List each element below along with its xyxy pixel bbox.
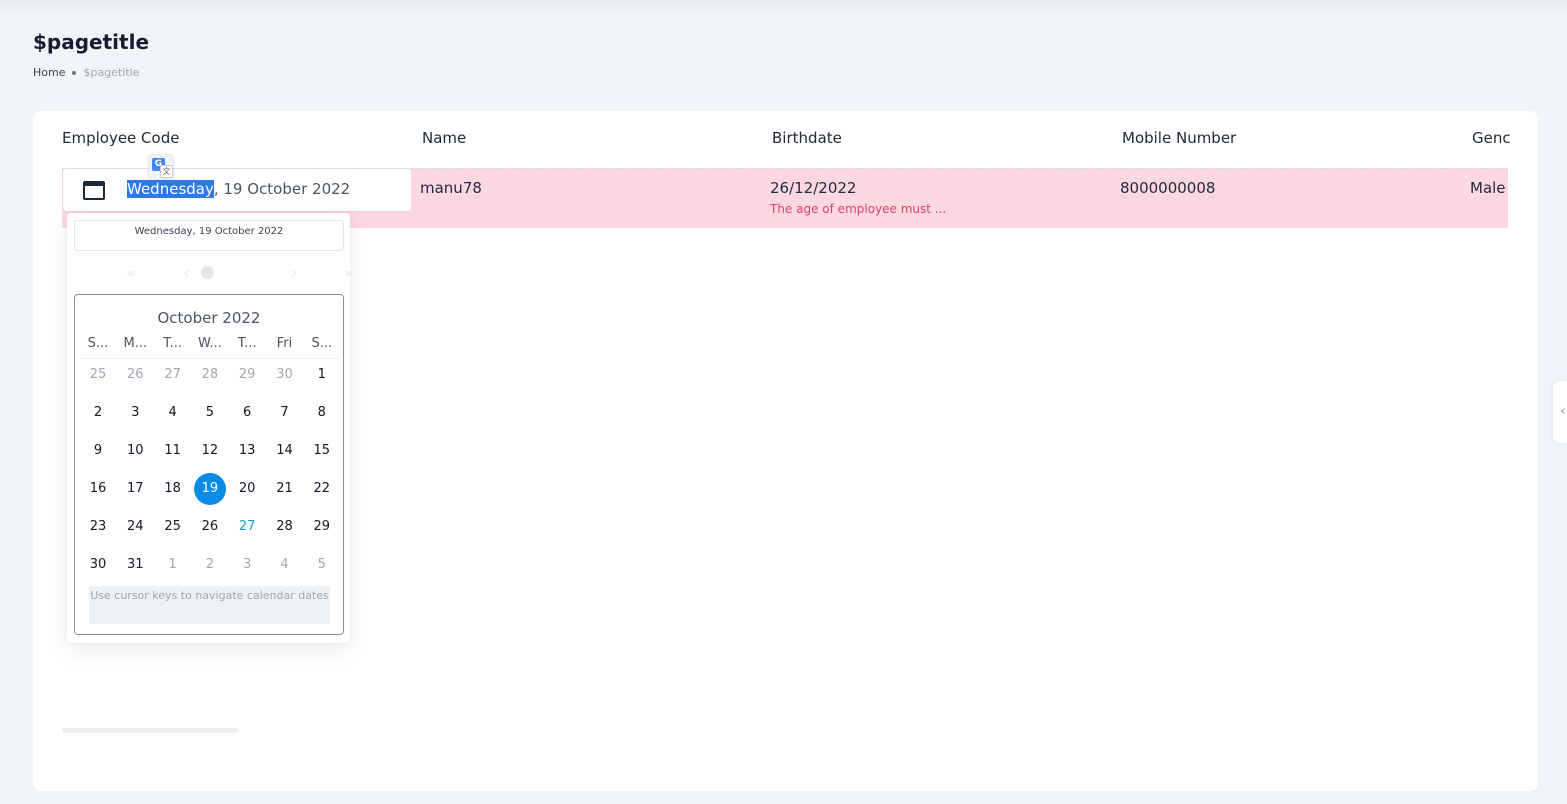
column-header-gender[interactable]: Genc [1472, 129, 1511, 147]
calendar-day[interactable]: 15 [306, 435, 338, 467]
calendar-day[interactable]: 26 [194, 511, 226, 543]
table-header: Employee Code Name Birthdate Mobile Numb… [62, 111, 1511, 167]
weekday-label: Fri [276, 336, 293, 351]
translate-language-glyph: 文 [160, 165, 173, 178]
calendar-day[interactable]: 30 [82, 549, 114, 581]
calendar-day[interactable]: 5 [194, 397, 226, 429]
calendar-day[interactable]: 19 [193, 473, 226, 505]
calendar-day[interactable]: 11 [157, 435, 189, 467]
weekday-header-row: S... M... T... W... T... Fri S... [80, 336, 339, 359]
column-header-employee-code[interactable]: Employee Code [62, 129, 179, 147]
weekday-label: S... [87, 336, 109, 351]
calendar-month-grid: October 2022 S... M... T... W... T... Fri S...… [74, 294, 344, 635]
calendar-day[interactable]: 8 [306, 397, 338, 429]
google-translate-icon[interactable]: G 文 [149, 155, 173, 179]
chevron-left-icon [1561, 408, 1567, 414]
cell-name: manu78 [420, 179, 482, 197]
calendar-day[interactable]: 16 [82, 473, 114, 505]
calendar-icon[interactable] [83, 180, 105, 200]
breadcrumb: Home $pagetitle [33, 66, 139, 79]
calendar-day[interactable]: 20 [231, 473, 263, 505]
calendar-day[interactable]: 29 [231, 359, 263, 391]
employee-code-date-input[interactable]: Wednesday, 19 October 2022 [63, 169, 411, 211]
birthdate-error-message: The age of employee must ... [770, 202, 947, 216]
calendar-day[interactable]: 12 [194, 435, 226, 467]
column-header-name[interactable]: Name [422, 129, 466, 147]
date-picker-popup: Wednesday, 19 October 2022 « ‹ › » Octob… [67, 213, 354, 643]
calendar-day[interactable]: 27 [157, 359, 189, 391]
weekday-label: M... [123, 336, 148, 351]
calendar-day[interactable]: 10 [119, 435, 151, 467]
calendar-day[interactable]: 4 [157, 397, 189, 429]
calendar-day[interactable]: 1 [306, 359, 338, 391]
calendar-day[interactable]: 4 [269, 549, 301, 581]
horizontal-scrollbar[interactable] [62, 728, 238, 733]
calendar-day[interactable]: 13 [231, 435, 263, 467]
calendar-day[interactable]: 18 [157, 473, 189, 505]
prev-year-icon[interactable]: « [126, 263, 136, 282]
calendar-day[interactable]: 25 [157, 511, 189, 543]
calendar-day[interactable]: 24 [119, 511, 151, 543]
side-panel-toggle[interactable] [1553, 381, 1567, 443]
calendar-day[interactable]: 1 [157, 549, 189, 581]
calendar-day[interactable]: 23 [82, 511, 114, 543]
calendar-day[interactable]: 21 [269, 473, 301, 505]
page-title: $pagetitle [33, 30, 150, 54]
column-header-birthdate[interactable]: Birthdate [772, 129, 842, 147]
cell-birthdate: 26/12/2022 [770, 179, 857, 197]
prev-month-icon[interactable]: ‹ [183, 263, 189, 282]
calendar-day[interactable]: 29 [306, 511, 338, 543]
cell-gender: Male [1470, 179, 1506, 197]
calendar-day[interactable]: 30 [269, 359, 301, 391]
calendar-day[interactable]: 3 [231, 549, 263, 581]
calendar-day[interactable]: 9 [82, 435, 114, 467]
calendar-day[interactable]: 26 [119, 359, 151, 391]
calendar-day[interactable]: 2 [82, 397, 114, 429]
column-header-mobile-number[interactable]: Mobile Number [1122, 129, 1236, 147]
breadcrumb-current: $pagetitle [83, 66, 140, 79]
weekday-label: T... [237, 336, 257, 351]
weekday-label: T... [163, 336, 182, 351]
calendar-day[interactable]: 25 [82, 359, 114, 391]
next-year-icon[interactable]: » [344, 263, 354, 282]
calendar-day[interactable]: 14 [269, 435, 301, 467]
calendar-day[interactable]: 3 [119, 397, 151, 429]
calendar-day[interactable]: 31 [119, 549, 151, 581]
calendar-keyboard-hint: Use cursor keys to navigate calendar dat… [89, 586, 330, 624]
calendar-day[interactable]: 6 [231, 397, 263, 429]
cell-mobile-number: 8000000008 [1120, 179, 1216, 197]
weekday-label: W... [198, 336, 222, 351]
weekday-label: S... [311, 336, 333, 351]
calendar-day[interactable]: 7 [269, 397, 301, 429]
date-picker-header: Wednesday, 19 October 2022 [74, 220, 344, 251]
calendar-month-title: October 2022 [157, 309, 261, 327]
calendar-day[interactable]: 28 [194, 359, 226, 391]
breadcrumb-home[interactable]: Home [33, 66, 65, 79]
calendar-day[interactable]: 28 [269, 511, 301, 543]
calendar-day[interactable]: 27 [231, 511, 263, 543]
date-input-selected-text: Wednesday [127, 180, 214, 198]
calendar-day[interactable]: 5 [306, 549, 338, 581]
next-month-icon[interactable]: › [291, 263, 297, 282]
topbar-shadow [0, 0, 1567, 14]
current-period-dot-icon[interactable] [201, 266, 214, 279]
calendar-day[interactable]: 2 [194, 549, 226, 581]
calendar-day[interactable]: 17 [119, 473, 151, 505]
calendar-day[interactable]: 22 [306, 473, 338, 505]
date-input-value[interactable]: Wednesday, 19 October 2022 [127, 180, 350, 198]
breadcrumb-separator-dot [72, 70, 77, 75]
date-input-rest-text: , 19 October 2022 [213, 180, 351, 198]
employee-table-card: Employee Code Name Birthdate Mobile Numb… [33, 111, 1538, 791]
